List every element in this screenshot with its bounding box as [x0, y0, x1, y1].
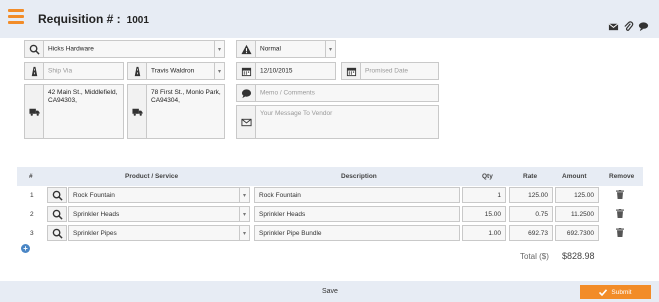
- priority-select[interactable]: Normal ▾: [255, 40, 336, 58]
- trash-icon[interactable]: [616, 209, 624, 218]
- total-label: Total ($): [520, 252, 549, 261]
- trash-icon[interactable]: [616, 228, 624, 237]
- chevron-down-icon: ▾: [214, 63, 224, 79]
- col-description: Description: [341, 173, 377, 180]
- email-icon[interactable]: [608, 21, 619, 32]
- col-rate: Rate: [523, 173, 538, 180]
- col-remove: Remove: [609, 173, 635, 180]
- submit-button[interactable]: Submit: [580, 285, 651, 299]
- vendor-message-input[interactable]: Your Message To Vendor: [255, 105, 439, 139]
- promised-date-input[interactable]: Promised Date: [360, 62, 439, 80]
- vendor-select[interactable]: Hicks Hardware ▾: [43, 40, 225, 58]
- amount-input[interactable]: 125.00: [555, 187, 599, 203]
- product-select[interactable]: Sprinkler Heads ▾: [68, 206, 250, 222]
- calendar-icon[interactable]: [236, 62, 256, 80]
- row-number: 1: [30, 192, 34, 199]
- envelope-icon: [236, 105, 256, 139]
- add-line-button[interactable]: +: [21, 244, 30, 253]
- employee-select[interactable]: Travis Waldron ▾: [146, 62, 225, 80]
- check-icon: [599, 288, 608, 296]
- col-product: Product / Service: [125, 173, 179, 180]
- rate-input[interactable]: 0.75: [509, 206, 553, 222]
- qty-input[interactable]: 1.00: [462, 225, 506, 241]
- chevron-down-icon: ▾: [239, 226, 249, 240]
- requisition-date-input[interactable]: 12/10/2015: [255, 62, 336, 80]
- description-input[interactable]: Sprinkler Heads: [254, 206, 460, 222]
- warning-icon: [236, 40, 256, 58]
- search-icon[interactable]: [47, 225, 67, 241]
- vendor-address[interactable]: 42 Main St., Middlefield, CA94303,: [43, 84, 124, 139]
- truck-icon: [127, 84, 147, 139]
- calendar-icon[interactable]: [341, 62, 361, 80]
- qty-input[interactable]: 15.00: [462, 206, 506, 222]
- road-icon: [24, 62, 44, 80]
- chevron-down-icon: ▾: [214, 41, 224, 57]
- comment-icon: [236, 84, 256, 102]
- rate-input[interactable]: 692.73: [509, 225, 553, 241]
- chevron-down-icon: ▾: [239, 207, 249, 221]
- requisition-number: 1001: [126, 15, 149, 26]
- memo-input[interactable]: Memo / Comments: [255, 84, 439, 102]
- save-button[interactable]: Save: [322, 288, 338, 295]
- comments-icon[interactable]: [638, 21, 649, 32]
- chevron-down-icon: ▾: [325, 41, 335, 57]
- chevron-down-icon: ▾: [239, 188, 249, 202]
- page-title: Requisition # :1001: [38, 12, 149, 26]
- row-number: 3: [30, 230, 34, 237]
- search-icon[interactable]: [47, 206, 67, 222]
- ship-to-address[interactable]: 78 First St., Monlo Park, CA94304,: [146, 84, 225, 139]
- ship-via-input[interactable]: Ship Via: [43, 62, 124, 80]
- attachment-icon[interactable]: [623, 21, 634, 32]
- submit-label: Submit: [611, 288, 632, 296]
- total-value: $828.98: [562, 251, 595, 261]
- col-amount: Amount: [562, 173, 587, 180]
- search-icon[interactable]: [47, 187, 67, 203]
- col-num: #: [29, 173, 33, 180]
- menu-icon[interactable]: [8, 9, 24, 25]
- page-footer: Save Submit: [0, 281, 659, 302]
- truck-icon: [24, 84, 44, 139]
- road-icon: [127, 62, 147, 80]
- trash-icon[interactable]: [616, 190, 624, 199]
- amount-input[interactable]: 692.7300: [555, 225, 599, 241]
- table-header: # Product / Service Description Qty Rate…: [17, 167, 643, 186]
- row-number: 2: [30, 211, 34, 218]
- qty-input[interactable]: 1: [462, 187, 506, 203]
- page-header: Requisition # :1001: [0, 0, 659, 38]
- product-select[interactable]: Sprinkler Pipes ▾: [68, 225, 250, 241]
- amount-input[interactable]: 11.2500: [555, 206, 599, 222]
- col-qty: Qty: [482, 173, 493, 180]
- description-input[interactable]: Sprinkler Pipe Bundle: [254, 225, 460, 241]
- rate-input[interactable]: 125.00: [509, 187, 553, 203]
- description-input[interactable]: Rock Fountain: [254, 187, 460, 203]
- search-icon[interactable]: [24, 40, 44, 58]
- product-select[interactable]: Rock Fountain ▾: [68, 187, 250, 203]
